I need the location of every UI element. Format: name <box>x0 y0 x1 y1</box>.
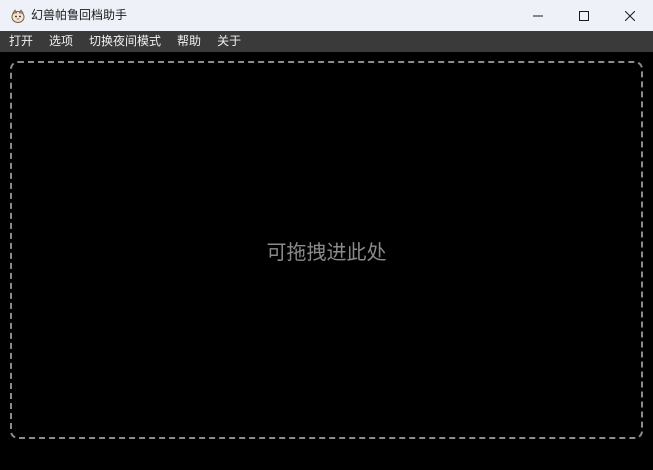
window-title: 幻兽帕鲁回档助手 <box>31 8 128 22</box>
close-icon <box>625 10 635 21</box>
menu-item-toggle-night-mode[interactable]: 切换夜间模式 <box>85 31 165 52</box>
file-drop-zone[interactable]: 可拖拽进此处 <box>10 61 643 439</box>
minimize-button[interactable] <box>515 0 561 31</box>
menu-item-help[interactable]: 帮助 <box>173 31 205 52</box>
menu-item-about[interactable]: 关于 <box>213 31 245 52</box>
drop-zone-label: 可拖拽进此处 <box>266 239 387 264</box>
app-window: 幻兽帕鲁回档助手 打开 选项 切换夜间模式 帮助 关于 可拖拽进此处 <box>0 0 653 470</box>
menu-item-options[interactable]: 选项 <box>45 31 77 52</box>
minimize-icon <box>533 15 543 16</box>
menu-item-open[interactable]: 打开 <box>5 31 37 52</box>
title-bar[interactable]: 幻兽帕鲁回档助手 <box>0 0 653 31</box>
pal-icon <box>11 9 25 23</box>
menu-bar: 打开 选项 切换夜间模式 帮助 关于 <box>0 31 653 52</box>
maximize-button[interactable] <box>561 0 607 31</box>
maximize-icon <box>579 10 589 21</box>
close-button[interactable] <box>607 0 653 31</box>
